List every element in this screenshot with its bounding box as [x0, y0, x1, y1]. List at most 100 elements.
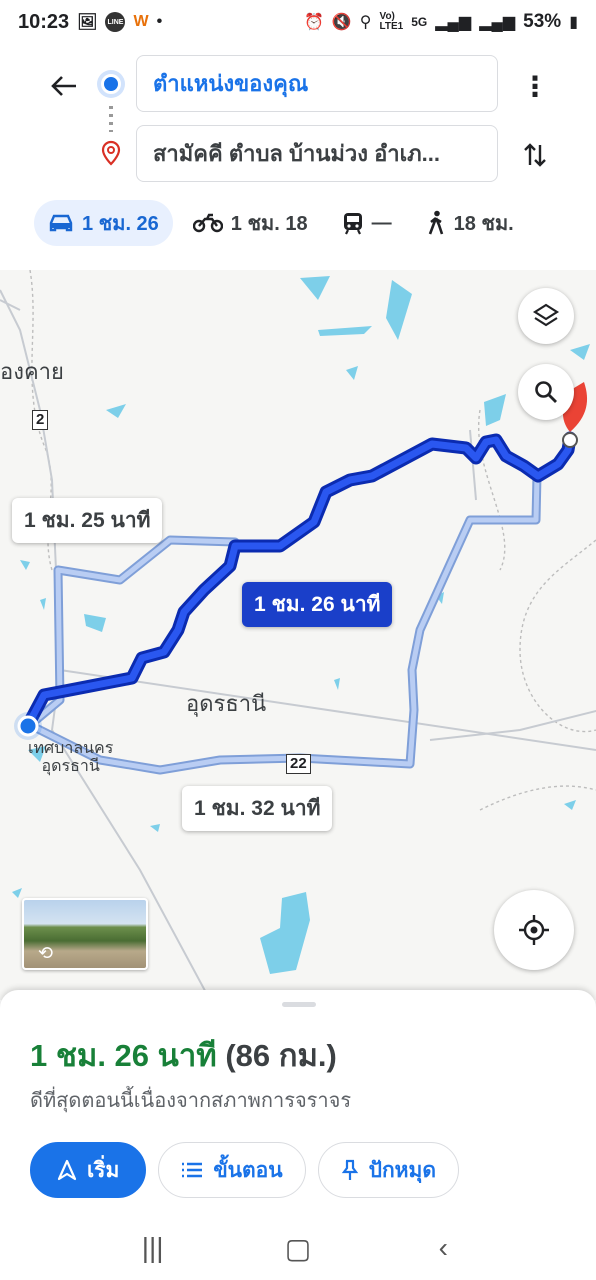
- water-body: [84, 614, 106, 632]
- steps-button[interactable]: ขั้นตอน: [158, 1142, 306, 1198]
- mode-walk-label: 18 ชม.: [453, 213, 514, 235]
- map-view[interactable]: องคาย อุดรธานี เทศบาลนคร อุดรธานี 2 22 1…: [0, 270, 596, 1000]
- water-body: [570, 344, 590, 360]
- road: [469, 429, 477, 501]
- navigation-arrow-icon: [57, 1159, 77, 1181]
- street-view-rotate-icon: ⟲: [38, 943, 54, 963]
- mode-transit[interactable]: —: [328, 200, 406, 246]
- mode-walk[interactable]: 18 ชม.: [412, 200, 528, 246]
- mute-icon: 🔇: [331, 14, 352, 31]
- mode-transit-label: —: [371, 211, 392, 234]
- my-location-icon: [519, 915, 549, 945]
- pin-button[interactable]: ปักหมุด: [317, 1142, 460, 1198]
- my-location-button[interactable]: [494, 890, 574, 970]
- destination-field[interactable]: สามัคคี ตำบล บ้านม่วง อำเภ...: [136, 125, 498, 182]
- water-body: [150, 824, 160, 832]
- water-body: [40, 598, 46, 610]
- water-body: [106, 404, 126, 418]
- highway-shield: 22: [286, 754, 311, 774]
- street-view-thumbnail[interactable]: ⟲: [22, 898, 148, 970]
- list-icon: [182, 1162, 203, 1178]
- recent-apps-icon[interactable]: |||: [123, 1232, 183, 1264]
- water-body: [334, 678, 340, 690]
- mode-motorcycle[interactable]: 1 ชม. 18: [179, 200, 322, 246]
- origin-location-dot: [17, 715, 39, 737]
- water-body: [564, 800, 576, 810]
- dot-icon: •: [156, 13, 163, 30]
- route-chip-alt-2[interactable]: 1 ชม. 32 นาที: [182, 786, 333, 831]
- water-body: [346, 366, 358, 380]
- water-body: [20, 560, 30, 570]
- gallery-icon: 🖼: [77, 14, 98, 31]
- volte-icon: Vo) LTE1: [379, 11, 404, 32]
- route-reason: ดีที่สุดตอนนี้เนื่องจากสภาพการจราจร: [30, 1090, 352, 1112]
- origin-label-line1: เทศบาลนคร: [28, 740, 114, 757]
- origin-field[interactable]: ตำแหน่งของคุณ: [136, 55, 498, 112]
- water-body: [300, 276, 330, 300]
- road: [0, 289, 211, 1000]
- mode-car-label: 1 ชม. 26: [82, 213, 159, 235]
- map-province-label: อุดรธานี: [186, 691, 267, 716]
- swap-vertical-icon: [524, 143, 546, 167]
- border-line: [519, 539, 596, 733]
- road: [429, 709, 596, 741]
- eta-distance: (86 กม.): [225, 1038, 337, 1073]
- route-connector-icon: [109, 106, 113, 132]
- origin-label-line2: อุดรธานี: [41, 758, 100, 775]
- eta-time: 1 ชม. 26 นาที: [30, 1038, 217, 1073]
- clock: 10:23: [18, 10, 70, 33]
- mode-car[interactable]: 1 ชม. 26: [34, 200, 173, 246]
- app-icon: W: [133, 13, 149, 30]
- signal-icon: ▂▄▆: [435, 14, 472, 31]
- drag-handle[interactable]: [282, 1002, 316, 1007]
- more-vert-icon: ⋮: [521, 70, 549, 102]
- map-canvas: [0, 270, 596, 1000]
- action-buttons: เริ่ม ขั้นตอน ปักหมุด: [30, 1142, 460, 1198]
- origin-dot-icon: [101, 74, 121, 94]
- search-icon: [535, 381, 557, 403]
- border-line: [479, 785, 596, 811]
- layers-icon: [532, 303, 560, 327]
- back-button[interactable]: [44, 66, 84, 106]
- motorcycle-icon: [192, 213, 223, 233]
- home-icon[interactable]: ▢: [268, 1232, 328, 1265]
- pin-button-label: ปักหมุด: [368, 1158, 437, 1182]
- 5g-icon: 5G: [411, 15, 428, 29]
- more-options-button[interactable]: ⋮: [518, 66, 552, 106]
- route-chip-alt-1[interactable]: 1 ชม. 25 นาที: [12, 498, 163, 543]
- travel-modes: 1 ชม. 26 1 ชม. 18 — 18 ชม.: [34, 200, 534, 246]
- swap-button[interactable]: [516, 136, 554, 174]
- line-icon: LINE: [105, 12, 126, 32]
- destination-pin-icon: [101, 140, 121, 166]
- system-nav-bar: ||| ▢ ‹: [0, 1216, 596, 1280]
- signal-icon: ▂▄▆: [479, 14, 516, 31]
- back-nav-icon[interactable]: ‹: [413, 1232, 473, 1264]
- train-icon: [343, 213, 362, 235]
- water-body: [386, 280, 412, 340]
- car-icon: [49, 214, 73, 232]
- route-summary-sheet: 1 ชม. 26 นาที (86 กม.) ดีที่สุดตอนนี้เนื…: [0, 990, 596, 1216]
- battery-icon: ▮: [569, 14, 578, 31]
- water-body: [12, 888, 22, 898]
- road: [59, 669, 596, 751]
- battery-level: 53%: [523, 11, 562, 32]
- steps-button-label: ขั้นตอน: [213, 1158, 283, 1182]
- status-bar: 10:23 🖼 LINE W • ⏰ 🔇 ⚲ Vo) LTE1 5G ▂▄▆ ▂▄…: [0, 0, 596, 44]
- layers-button[interactable]: [518, 288, 574, 344]
- water-body: [318, 326, 372, 336]
- eta-summary: 1 ชม. 26 นาที (86 กม.): [30, 1030, 337, 1080]
- arrow-left-icon: [51, 76, 76, 96]
- directions-header: ตำแหน่งของคุณ สามัคคี ตำบล บ้านม่วง อำเภ…: [0, 44, 596, 270]
- border-line: [478, 409, 506, 571]
- alarm-icon: ⏰: [303, 14, 324, 31]
- start-button[interactable]: เริ่ม: [30, 1142, 147, 1198]
- water-body: [260, 892, 310, 974]
- search-along-route-button[interactable]: [518, 364, 574, 420]
- start-button-label: เริ่ม: [87, 1158, 120, 1182]
- map-city-label: องคาย: [0, 359, 64, 384]
- route-chip-primary[interactable]: 1 ชม. 26 นาที: [242, 582, 393, 627]
- highway-shield: 2: [32, 410, 49, 430]
- map-origin-label: เทศบาลนคร อุดรธานี: [28, 740, 113, 776]
- walk-icon: [428, 210, 443, 235]
- mode-motorcycle-label: 1 ชม. 18: [230, 213, 308, 235]
